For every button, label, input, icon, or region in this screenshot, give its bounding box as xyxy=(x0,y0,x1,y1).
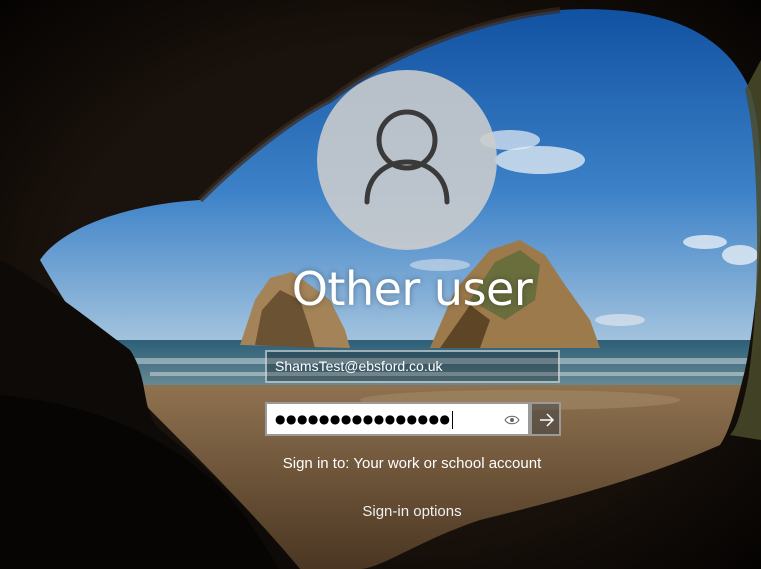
password-field[interactable]: ●●●●●●●●●●●●●●●● xyxy=(265,402,530,436)
user-silhouette-icon xyxy=(364,109,450,205)
sign-in-options-link[interactable]: Sign-in options xyxy=(312,503,512,520)
submit-button[interactable] xyxy=(530,402,561,436)
lock-screen: Other user ShamsTest@ebsford.co.uk ●●●●●… xyxy=(0,0,761,569)
arrow-right-icon xyxy=(540,413,555,427)
password-row: ●●●●●●●●●●●●●●●● xyxy=(265,402,561,436)
user-avatar xyxy=(317,70,497,250)
eye-icon[interactable] xyxy=(504,413,520,427)
sign-in-target-text: Sign in to: Your work or school account xyxy=(282,455,542,472)
password-masked-value: ●●●●●●●●●●●●●●●● xyxy=(275,412,451,426)
user-name-title: Other user xyxy=(291,262,533,316)
text-caret xyxy=(451,410,453,429)
email-field[interactable]: ShamsTest@ebsford.co.uk xyxy=(265,350,560,383)
